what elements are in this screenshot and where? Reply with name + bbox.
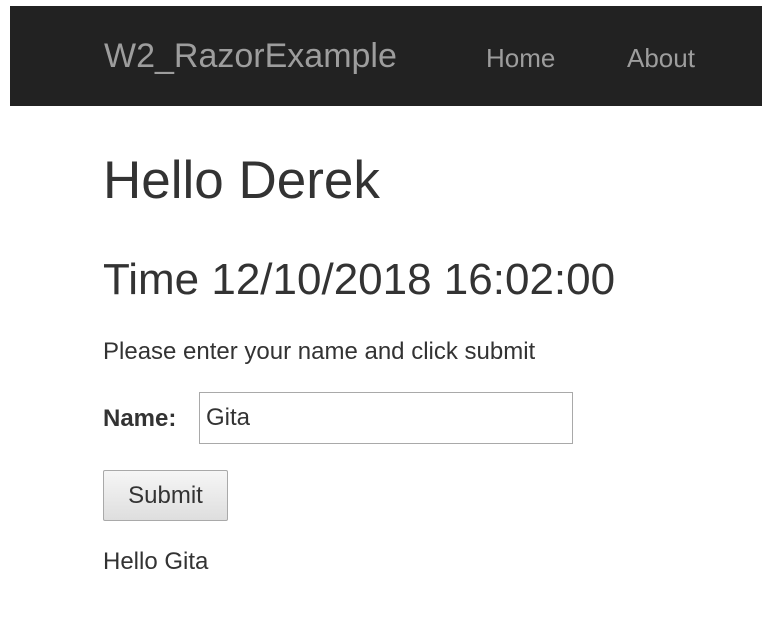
- instructions-text: Please enter your name and click submit: [103, 338, 536, 365]
- greeting-text: Hello Gita: [103, 548, 209, 575]
- nav-link-home[interactable]: Home: [486, 42, 555, 74]
- page: W2_RazorExample Home About Hello Derek T…: [0, 0, 762, 619]
- name-input[interactable]: [199, 392, 573, 444]
- nav-link-about[interactable]: About: [627, 42, 695, 74]
- brand-link[interactable]: W2_RazorExample: [104, 36, 397, 76]
- submit-button[interactable]: Submit: [103, 470, 228, 521]
- time-heading: Time 12/10/2018 16:02:00: [103, 255, 616, 304]
- navbar: W2_RazorExample Home About: [10, 6, 762, 106]
- page-title: Hello Derek: [103, 151, 380, 210]
- name-label: Name:: [103, 405, 177, 432]
